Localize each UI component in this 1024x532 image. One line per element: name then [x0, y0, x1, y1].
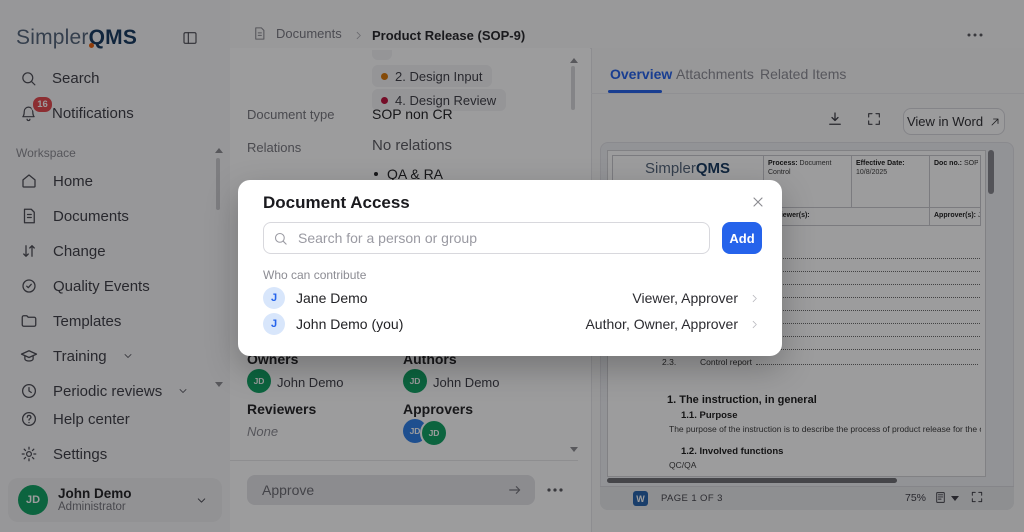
chevron-right-icon [752, 294, 757, 302]
member-roles: Author, Owner, Approver [585, 316, 738, 332]
document-access-modal: Document Access Add Who can contribute J… [238, 180, 782, 356]
member-name: Jane Demo [296, 290, 368, 306]
avatar: J [263, 287, 285, 309]
add-button[interactable]: Add [722, 222, 762, 254]
chevron-right-icon [752, 320, 757, 328]
modal-title: Document Access [263, 193, 410, 212]
member-name: John Demo (you) [296, 316, 404, 332]
member-row[interactable]: J John Demo (you) Author, Owner, Approve… [263, 312, 760, 336]
search-icon [274, 232, 287, 245]
avatar: J [263, 313, 285, 335]
member-roles: Viewer, Approver [632, 290, 738, 306]
search-input[interactable] [263, 222, 710, 254]
member-row[interactable]: J Jane Demo Viewer, Approver [263, 286, 760, 310]
app-root: SimplerQMS Search 16 Notifications Works… [0, 0, 1024, 532]
contribute-section-label: Who can contribute [263, 268, 367, 282]
close-icon[interactable] [750, 194, 766, 210]
